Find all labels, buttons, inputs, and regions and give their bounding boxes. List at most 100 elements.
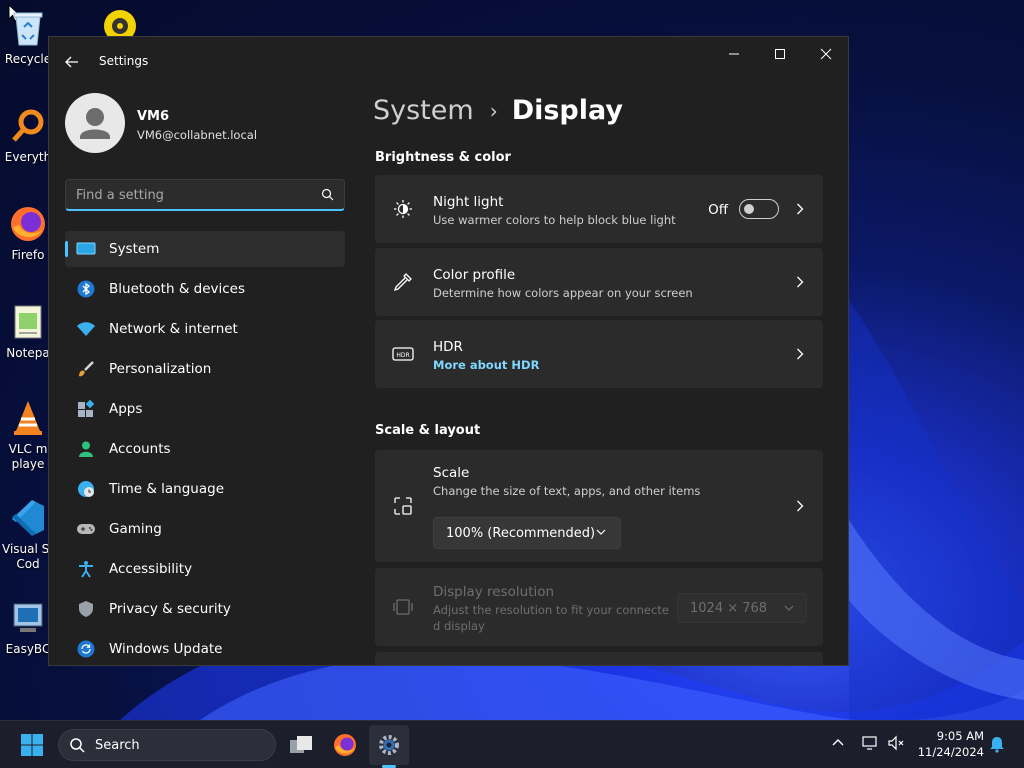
firefox-icon (334, 734, 356, 756)
sidebar-item-label: Personalization (109, 361, 212, 377)
search-input[interactable] (76, 186, 306, 204)
sidebar-item-personalization[interactable]: Personalization (65, 351, 345, 387)
page-title: Display (511, 95, 623, 126)
maximize-button[interactable] (757, 39, 803, 69)
avatar[interactable] (65, 93, 125, 153)
hdr-icon: HDR (391, 342, 415, 366)
vlc-icon (8, 398, 48, 438)
notification-bell-icon[interactable] (989, 735, 1005, 753)
minimize-button[interactable] (711, 39, 757, 69)
color-profile-title: Color profile (433, 267, 516, 283)
user-avatar-icon (80, 108, 110, 139)
breadcrumb-parent[interactable]: System (373, 95, 474, 126)
sidebar-item-time-language[interactable]: Time & language (65, 471, 345, 507)
gamepad-icon (75, 518, 97, 540)
close-button[interactable] (803, 39, 848, 69)
night-light-state: Off (708, 202, 728, 218)
sidebar-item-label: Privacy & security (109, 601, 231, 617)
minimize-icon (729, 53, 739, 55)
update-icon (75, 638, 97, 660)
firefox-icon (8, 204, 48, 244)
easybcd-icon (8, 598, 48, 638)
profile-email: VM6@collabnet.local (137, 128, 258, 142)
sidebar-nav: System Bluetooth & devices Network & int… (65, 231, 345, 665)
close-icon (820, 48, 832, 60)
network-icon[interactable] (861, 735, 879, 751)
toggle-knob (744, 204, 754, 214)
breadcrumb: System › Display (373, 95, 623, 126)
bluetooth-icon (75, 278, 97, 300)
taskbar-settings[interactable] (369, 725, 409, 765)
settings-search-box[interactable] (65, 179, 345, 211)
sidebar-item-privacy[interactable]: Privacy & security (65, 591, 345, 627)
back-button[interactable] (61, 51, 83, 73)
sidebar-item-label: Accounts (109, 441, 171, 457)
scale-card[interactable]: Scale Change the size of text, apps, and… (375, 450, 823, 562)
display-resolution-card: Display resolution Adjust the resolution… (375, 568, 823, 646)
apps-icon (75, 398, 97, 420)
clock-date: 11/24/2024 (917, 745, 984, 759)
sidebar-item-system[interactable]: System (65, 231, 345, 267)
resolution-dropdown: 1024 × 768 (677, 593, 807, 623)
taskbar: Search 9:05 AM 11/24/2024 (0, 720, 1024, 768)
wifi-icon (75, 318, 97, 340)
clock-time: 9:05 AM (936, 729, 984, 743)
window-title: Settings (99, 54, 149, 68)
sidebar-item-label: Apps (109, 401, 143, 417)
search-icon[interactable] (321, 188, 334, 201)
night-light-card[interactable]: Night light Use warmer colors to help bl… (375, 175, 823, 243)
hdr-card[interactable]: HDR HDR More about HDR (375, 320, 823, 388)
windows-logo-icon (21, 734, 43, 756)
sidebar-item-label: Time & language (109, 481, 225, 497)
globe-clock-icon (75, 478, 97, 500)
hdr-title: HDR (433, 339, 463, 355)
system-display-icon (75, 238, 97, 260)
taskbar-firefox[interactable] (325, 725, 365, 765)
sidebar-item-label: System (109, 241, 160, 257)
volume-muted-icon[interactable] (887, 735, 905, 751)
task-view-button[interactable] (281, 725, 321, 765)
night-light-icon (391, 197, 415, 221)
sidebar-item-windows-update[interactable]: Windows Update (65, 631, 345, 665)
profile-name: VM6 (137, 109, 170, 124)
sidebar-item-bluetooth[interactable]: Bluetooth & devices (65, 271, 345, 307)
sidebar-item-label: Bluetooth & devices (109, 281, 246, 297)
paintbrush-icon (75, 358, 97, 380)
svg-text:HDR: HDR (396, 352, 409, 359)
chevron-right-icon (793, 202, 807, 216)
scale-title: Scale (433, 465, 470, 481)
back-arrow-icon (65, 56, 78, 68)
start-button[interactable] (12, 725, 52, 765)
scale-dropdown[interactable]: 100% (Recommended) (433, 517, 621, 549)
sidebar-item-apps[interactable]: Apps (65, 391, 345, 427)
shield-icon (75, 598, 97, 620)
more-about-hdr-link[interactable]: More about HDR (433, 358, 539, 372)
chevron-up-icon[interactable] (831, 735, 845, 749)
taskbar-search-label: Search (95, 738, 140, 753)
chevron-right-icon (793, 499, 807, 513)
sidebar-item-label: Accessibility (109, 561, 193, 577)
taskbar-search[interactable]: Search (58, 729, 276, 761)
night-light-toggle[interactable] (739, 199, 779, 219)
eyedropper-icon (391, 270, 415, 294)
scale-icon (391, 494, 415, 518)
notepad-icon (8, 302, 48, 342)
resolution-dropdown-value: 1024 × 768 (690, 601, 768, 616)
sidebar-item-gaming[interactable]: Gaming (65, 511, 345, 547)
sidebar-item-accessibility[interactable]: Accessibility (65, 551, 345, 587)
chevron-down-icon (784, 605, 794, 611)
chevron-down-icon (596, 529, 606, 535)
accessibility-icon (75, 558, 97, 580)
system-clock[interactable]: 9:05 AM 11/24/2024 (918, 728, 984, 760)
color-profile-card[interactable]: Color profile Determine how colors appea… (375, 248, 823, 316)
title-bar[interactable]: Settings (49, 37, 848, 85)
next-card-partial (375, 652, 823, 665)
color-profile-subtitle: Determine how colors appear on your scre… (433, 286, 693, 300)
display-resolution-title: Display resolution (433, 584, 555, 600)
display-resolution-subtitle: Adjust the resolution to fit your connec… (433, 603, 669, 617)
sidebar-item-accounts[interactable]: Accounts (65, 431, 345, 467)
settings-window: Settings VM6 VM6@collabnet.local System (48, 36, 849, 666)
gear-icon (379, 735, 399, 755)
sidebar-item-network[interactable]: Network & internet (65, 311, 345, 347)
chevron-right-icon (793, 347, 807, 361)
